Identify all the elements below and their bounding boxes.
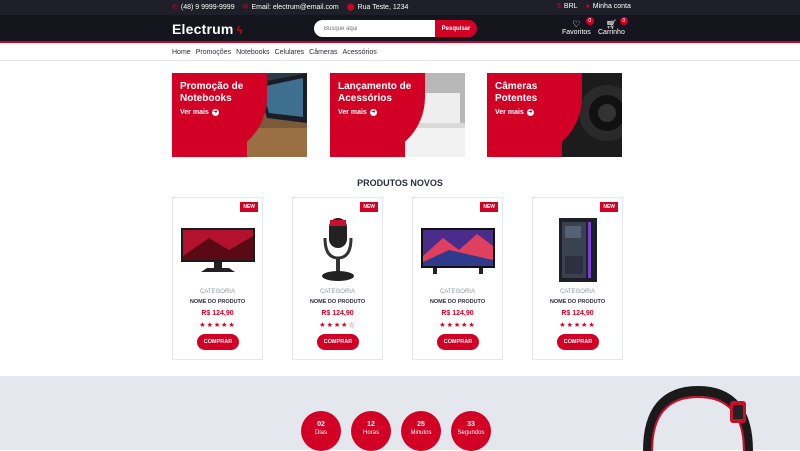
deal-section: 02 Dias 12 Horas 25 Minutos 33 Segundos — [0, 376, 800, 451]
currency-icon: $ — [557, 3, 561, 10]
product-price: R$ 124,90 — [201, 310, 234, 317]
banner-acessorios[interactable]: Lançamento de Acessórios Ver mais ➜ — [330, 73, 465, 157]
banner-link[interactable]: Ver mais ➜ — [338, 109, 377, 116]
product-card[interactable]: NEW CATEGORIA NOME DO PRODUTO R$ 124,90 … — [292, 197, 383, 360]
map-pin-icon: ⬤ — [346, 4, 355, 11]
pc-case-image — [559, 218, 597, 282]
product-card[interactable]: NEW CATEGORIA NOME DO PRODUTO R$ 124,90 … — [412, 197, 503, 360]
buy-button[interactable]: COMPRAR — [557, 334, 599, 350]
currency-link[interactable]: $ BRL — [557, 3, 578, 10]
monitor-image — [181, 228, 255, 272]
banner-title: Promoção de Notebooks — [180, 81, 244, 104]
nav-acessorios[interactable]: Acessórios — [343, 49, 377, 56]
top-bar: ✆ (48) 9 9999-9999 ✉ Email: electrum@email… — [0, 0, 800, 15]
countdown-hours: 12 Horas — [351, 411, 391, 451]
product-name[interactable]: NOME DO PRODUTO — [533, 299, 622, 305]
nav-notebooks[interactable]: Notebooks — [236, 49, 269, 56]
envelope-icon: ✉ — [242, 4, 249, 11]
countdown-value: 33 — [467, 421, 475, 428]
search-button[interactable]: Pesquisar — [435, 20, 477, 37]
new-badge: NEW — [600, 202, 618, 212]
rating-stars-icon: ★★★★☆ — [319, 322, 356, 329]
main-content: Promoção de Notebooks Ver mais ➜ Lançamen… — [0, 61, 800, 376]
nav-celulares[interactable]: Celulares — [275, 49, 305, 56]
rating-stars-icon: ★★★★★ — [559, 322, 596, 329]
product-category: CATEGORIA — [440, 289, 475, 295]
banner-link[interactable]: Ver mais ➜ — [495, 109, 534, 116]
banner-link-text: Ver mais — [180, 109, 209, 116]
tv-image — [421, 228, 495, 274]
favorites-count-badge: 0 — [585, 17, 594, 25]
countdown-value: 12 — [367, 421, 375, 428]
product-card[interactable]: NEW CATEGORIA NOME DO PRODUTO R$ 124,90 … — [532, 197, 623, 360]
search-form: Pesquisar — [314, 20, 477, 37]
cart-button[interactable]: 🛒︎ Carrinho 0 — [598, 17, 628, 36]
banner-link-text: Ver mais — [338, 109, 367, 116]
countdown-label: Dias — [314, 430, 327, 436]
nav-cameras[interactable]: Câmeras — [309, 49, 337, 56]
product-name[interactable]: NOME DO PRODUTO — [293, 299, 382, 305]
account-link[interactable]: ● Minha conta — [586, 3, 631, 10]
header: Electrum ϟ Pesquisar ♡ Favoritos 0 🛒︎ Ca… — [0, 15, 800, 43]
banner-notebooks[interactable]: Promoção de Notebooks Ver mais ➜ — [172, 73, 307, 157]
currency-text: BRL — [563, 3, 578, 10]
product-price: R$ 124,90 — [441, 310, 474, 317]
countdown-days: 02 Dias — [301, 411, 341, 451]
countdown-minutes: 25 Minutos — [401, 411, 441, 451]
arrow-right-icon: ➜ — [526, 109, 534, 116]
nav-promocoes[interactable]: Promoções — [196, 49, 231, 56]
logo-text: Electrum — [172, 21, 234, 37]
banner-cameras[interactable]: Câmeras Potentes Ver mais ➜ — [487, 73, 622, 157]
main-nav: Home Promoções Notebooks Celulares Câmer… — [0, 45, 800, 61]
new-badge: NEW — [480, 202, 498, 212]
cart-count-badge: 0 — [619, 17, 628, 25]
countdown-label: Horas — [362, 430, 379, 436]
search-input[interactable] — [314, 20, 435, 37]
rating-stars-icon: ★★★★★ — [439, 322, 476, 329]
phone-text: (48) 9 9999-9999 — [180, 3, 235, 11]
countdown-seconds: 33 Segundos — [451, 411, 491, 451]
banner-title: Câmeras Potentes — [495, 81, 538, 104]
phone-link[interactable]: ✆ (48) 9 9999-9999 — [172, 3, 235, 12]
product-price: R$ 124,90 — [321, 310, 354, 317]
countdown-label: Minutos — [410, 430, 432, 436]
buy-button[interactable]: COMPRAR — [197, 334, 239, 350]
email-link[interactable]: ✉ Email: electrum@email.com — [242, 3, 339, 12]
countdown-label: Segundos — [457, 430, 485, 436]
user-icon: ● — [585, 3, 590, 10]
favorites-button[interactable]: ♡ Favoritos 0 — [562, 17, 594, 36]
logo[interactable]: Electrum ϟ — [172, 21, 243, 37]
account-text: Minha conta — [592, 3, 631, 10]
buy-button[interactable]: COMPRAR — [317, 334, 359, 350]
arrow-right-icon: ➜ — [369, 109, 377, 116]
arrow-right-icon: ➜ — [211, 109, 219, 116]
banner-link[interactable]: Ver mais ➜ — [180, 109, 219, 116]
buy-button[interactable]: COMPRAR — [437, 334, 479, 350]
product-category: CATEGORIA — [560, 289, 595, 295]
cart-label: Carrinho — [598, 29, 625, 36]
email-text: Email: electrum@email.com — [251, 3, 339, 11]
address-link[interactable]: ⬤ Rua Teste, 1234 — [346, 3, 409, 12]
rating-stars-icon: ★★★★★ — [199, 322, 236, 329]
new-badge: NEW — [240, 202, 258, 212]
microphone-image — [322, 218, 354, 281]
product-price: R$ 124,90 — [561, 310, 594, 317]
new-badge: NEW — [360, 202, 378, 212]
logo-mark-icon: ϟ — [233, 25, 243, 37]
product-name[interactable]: NOME DO PRODUTO — [413, 299, 502, 305]
banner-link-text: Ver mais — [495, 109, 524, 116]
product-card[interactable]: NEW CATEGORIA NOME DO PRODUTO R$ 124,90 … — [172, 197, 263, 360]
product-name[interactable]: NOME DO PRODUTO — [173, 299, 262, 305]
phone-icon: ✆ — [172, 4, 178, 11]
address-text: Rua Teste, 1234 — [357, 3, 409, 11]
headphone-image — [643, 385, 753, 451]
product-category: CATEGORIA — [320, 289, 355, 295]
countdown-value: 25 — [417, 421, 425, 428]
nav-home[interactable]: Home — [172, 49, 191, 56]
countdown-value: 02 — [317, 421, 325, 428]
banner-title: Lançamento de Acessórios — [338, 81, 412, 104]
favorites-label: Favoritos — [562, 29, 591, 36]
product-category: CATEGORIA — [200, 289, 235, 295]
section-title: PRODUTOS NOVOS — [357, 178, 443, 188]
